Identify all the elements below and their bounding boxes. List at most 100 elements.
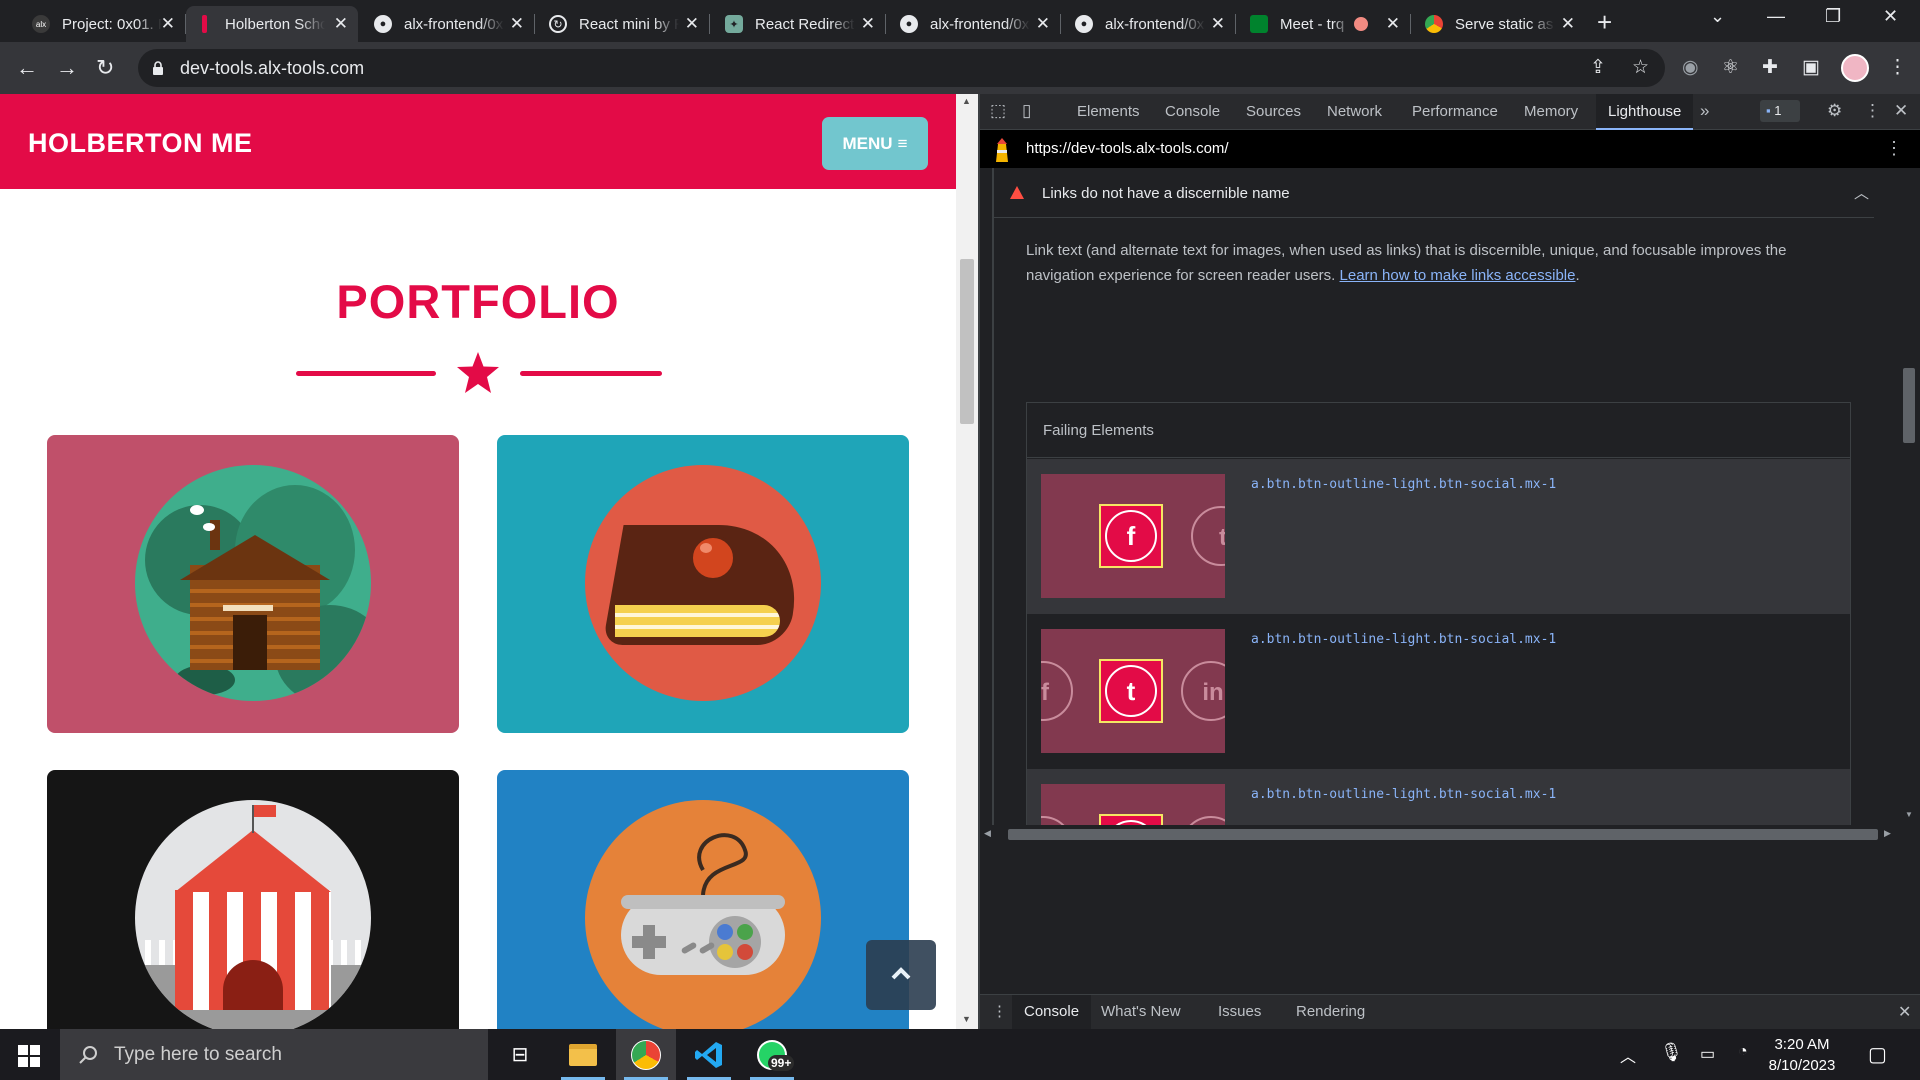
scrollbar-thumb[interactable] (1008, 829, 1878, 840)
close-drawer-icon[interactable]: ✕ (1898, 1002, 1911, 1022)
tab-elements[interactable]: Elements (1077, 94, 1140, 130)
chevron-up-icon (891, 967, 911, 980)
notifications-icon[interactable]: ▢ (1868, 1042, 1887, 1067)
taskbar-search-box[interactable]: Type here to search (60, 1029, 488, 1080)
new-tab-button[interactable]: + (1597, 7, 1612, 38)
restore-button[interactable]: ❐ (1825, 6, 1841, 27)
tab-network[interactable]: Network (1327, 94, 1382, 130)
close-tab-icon[interactable]: ✕ (161, 14, 175, 34)
react-devtools-icon[interactable]: ⚛ (1722, 56, 1739, 79)
close-tab-icon[interactable]: ✕ (510, 14, 524, 34)
tab-github-1[interactable]: ● alx-frontend/0x ✕ (362, 6, 535, 42)
drawer-tab-whats-new[interactable]: What's New (1101, 995, 1181, 1029)
report-menu-icon[interactable]: ⋮ (1885, 138, 1903, 159)
collapse-chevron-icon[interactable]: ︿ (1854, 182, 1869, 203)
wifi-icon[interactable]: ◔ (1738, 1043, 1748, 1061)
issues-badge[interactable]: ▪ 1 (1760, 100, 1800, 122)
facebook-icon: f (1105, 510, 1157, 562)
drawer-tab-rendering[interactable]: Rendering (1296, 995, 1365, 1029)
table-row[interactable]: f t in a.btn.btn-outline-light.btn-socia… (1027, 614, 1850, 769)
extensions-puzzle-icon[interactable]: ✚ (1762, 56, 1778, 79)
portfolio-card-game[interactable] (497, 770, 909, 1029)
tab-serve-static[interactable]: Serve static as ✕ (1413, 6, 1585, 42)
back-button[interactable]: ← (16, 55, 38, 81)
tab-console[interactable]: Console (1165, 94, 1220, 130)
battery-icon[interactable]: ▭ (1700, 1044, 1715, 1064)
portfolio-card-circus[interactable] (47, 770, 459, 1029)
close-tab-icon[interactable]: ✕ (861, 14, 875, 34)
minimize-button[interactable]: — (1767, 6, 1785, 27)
holberton-icon (202, 15, 207, 33)
drawer-menu-icon[interactable]: ⋮ (992, 1002, 1007, 1020)
device-toolbar-icon[interactable]: ▯ (1022, 101, 1031, 121)
close-tab-icon[interactable]: ✕ (685, 14, 699, 34)
chrome-taskbar-button[interactable] (616, 1029, 676, 1080)
tab-react-mini[interactable]: ↻ React mini by Re ✕ (537, 6, 710, 42)
settings-gear-icon[interactable]: ⚙ (1827, 101, 1842, 121)
scroll-to-top-button[interactable] (866, 940, 936, 1010)
close-tab-icon[interactable]: ✕ (1561, 14, 1575, 34)
drawer-tab-issues[interactable]: Issues (1218, 995, 1261, 1029)
devtools-menu-icon[interactable]: ⋮ (1864, 101, 1881, 121)
tab-lighthouse[interactable]: Lighthouse (1596, 94, 1694, 130)
tab-github-3[interactable]: ● alx-frontend/0x ✕ (1063, 6, 1236, 42)
share-icon[interactable]: ⇪ (1590, 56, 1606, 79)
tab-separator (885, 14, 886, 34)
avatar[interactable] (1841, 54, 1869, 82)
chrome-menu-icon[interactable]: ⋮ (1888, 56, 1907, 79)
portfolio-card-cake[interactable] (497, 435, 909, 733)
close-tab-icon[interactable]: ✕ (334, 14, 348, 34)
task-view-button[interactable]: ⊟ (490, 1029, 550, 1080)
tab-memory[interactable]: Memory (1524, 94, 1578, 130)
windows-start-icon[interactable] (18, 1045, 40, 1067)
lock-icon (152, 61, 164, 75)
tab-sources[interactable]: Sources (1246, 94, 1301, 130)
scroll-down-arrow-icon[interactable]: ▼ (1905, 810, 1913, 819)
whatsapp-taskbar-button[interactable]: 99+ (742, 1029, 802, 1080)
system-clock[interactable]: 3:20 AM 8/10/2023 (1762, 1034, 1842, 1076)
side-panel-icon[interactable]: ▣ (1802, 56, 1820, 79)
tab-holberton[interactable]: Holberton Scho ✕ (186, 6, 358, 42)
show-hidden-icons-chevron[interactable]: ︿ (1620, 1043, 1636, 1067)
extension-circle-icon[interactable]: ◉ (1682, 56, 1699, 79)
drawer-tab-console[interactable]: Console (1012, 995, 1092, 1029)
close-tab-icon[interactable]: ✕ (1386, 14, 1400, 34)
scroll-down-arrow-icon[interactable]: ▼ (962, 1014, 971, 1024)
tab-react-redirect[interactable]: ✦ React Redirect ✕ (713, 6, 886, 42)
tab-github-2[interactable]: ● alx-frontend/0x ✕ (888, 6, 1061, 42)
table-row[interactable]: t in d a.btn.btn-outline-light.btn-socia… (1027, 769, 1850, 825)
star-icon (457, 352, 499, 393)
close-tab-icon[interactable]: ✕ (1036, 14, 1050, 34)
table-row[interactable]: f t a.btn.btn-outline-light.btn-social.m… (1027, 459, 1850, 614)
reload-button[interactable]: ↻ (96, 55, 114, 81)
microphone-icon[interactable]: 🎙 (1660, 1042, 1683, 1063)
address-bar[interactable]: dev-tools.alx-tools.com (138, 49, 1665, 87)
portfolio-card-cabin[interactable] (47, 435, 459, 733)
tab-performance[interactable]: Performance (1412, 94, 1498, 130)
tab-meet[interactable]: Meet - trq ✕ (1238, 6, 1411, 42)
learn-more-link[interactable]: Learn how to make links accessible (1340, 267, 1576, 284)
scroll-left-arrow-icon[interactable]: ◀ (984, 828, 991, 839)
close-devtools-icon[interactable]: ✕ (1894, 101, 1908, 121)
audit-header[interactable]: Links do not have a discernible name ︿ (994, 168, 1874, 218)
facebook-button-highlight: f (1099, 504, 1163, 568)
close-window-button[interactable]: ✕ (1883, 6, 1898, 27)
forward-button[interactable]: → (56, 55, 78, 81)
bookmark-star-icon[interactable]: ☆ (1632, 56, 1649, 79)
tab-project[interactable]: alx Project: 0x01. R ✕ (20, 6, 186, 42)
scroll-up-arrow-icon[interactable]: ▲ (962, 96, 971, 106)
menu-button[interactable]: MENU ≡ (822, 117, 928, 170)
scrollbar-thumb[interactable] (960, 259, 974, 424)
inspect-element-icon[interactable]: ⬚ (990, 101, 1006, 121)
tab-search-chevron-icon[interactable]: ⌄ (1710, 6, 1725, 27)
site-brand[interactable]: HOLBERTON ME (28, 128, 253, 159)
scroll-right-arrow-icon[interactable]: ▶ (1884, 828, 1891, 839)
report-horizontal-scrollbar[interactable]: ◀ ▶ (980, 825, 1897, 843)
page-scrollbar[interactable]: ▲ ▼ (956, 94, 978, 1029)
scrollbar-thumb[interactable] (1903, 368, 1915, 443)
report-vertical-scrollbar[interactable]: ▼ (1897, 168, 1920, 825)
close-tab-icon[interactable]: ✕ (1211, 14, 1225, 34)
vscode-taskbar-button[interactable] (679, 1029, 739, 1080)
file-explorer-button[interactable] (553, 1029, 613, 1080)
more-tabs-chevron-icon[interactable]: » (1700, 101, 1709, 121)
